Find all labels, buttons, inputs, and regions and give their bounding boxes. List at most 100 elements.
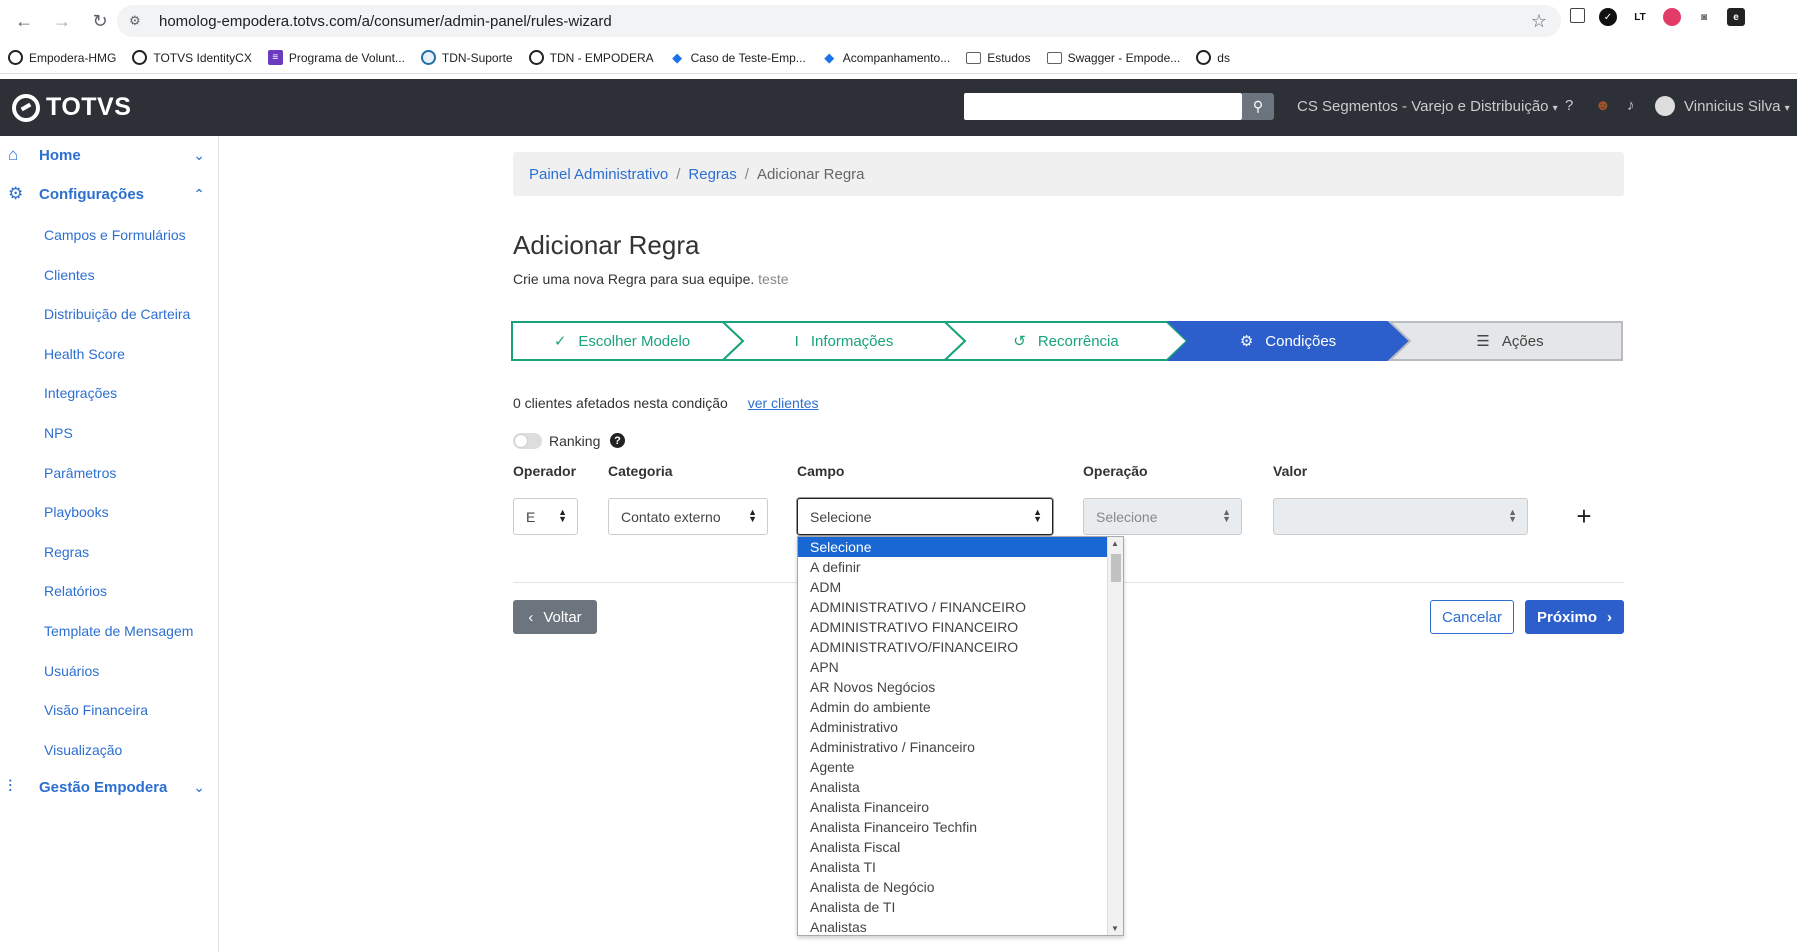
bell-icon[interactable]: ♪ bbox=[1627, 97, 1635, 114]
bookmark-ds[interactable]: ds bbox=[1196, 50, 1230, 65]
qr-icon[interactable] bbox=[1570, 8, 1585, 23]
dropdown-option[interactable]: Selecione bbox=[798, 537, 1123, 557]
sidebar-item-campos[interactable]: Campos e Formulários bbox=[44, 227, 186, 243]
bookmark-tdn-empodera[interactable]: TDN - EMPODERA bbox=[528, 50, 654, 65]
sidebar-home[interactable]: ⌂ Home ⌄ bbox=[0, 136, 219, 174]
sidebar-item-clientes[interactable]: Clientes bbox=[44, 267, 95, 283]
sidebar-item-parametros[interactable]: Parâmetros bbox=[44, 465, 116, 481]
site-settings-icon[interactable]: ⚙ bbox=[129, 13, 149, 29]
scroll-down-icon[interactable]: ▼ bbox=[1111, 924, 1119, 933]
home-icon: ⌂ bbox=[8, 145, 19, 164]
categoria-select[interactable]: Contato externo ▲ ▼ bbox=[608, 498, 768, 535]
avatar[interactable] bbox=[1655, 96, 1675, 116]
user-menu[interactable]: Vinnicius Silva ▾ bbox=[1684, 98, 1790, 115]
ranking-toggle[interactable] bbox=[513, 433, 542, 449]
operador-select[interactable]: E ▲ ▼ bbox=[513, 498, 578, 535]
dropdown-option[interactable]: Analista de Negócio bbox=[798, 877, 1123, 897]
scroll-up-icon[interactable]: ▲ bbox=[1111, 539, 1119, 548]
pink-extension-icon[interactable] bbox=[1663, 8, 1681, 26]
sidebar-item-regras[interactable]: Regras bbox=[44, 544, 89, 560]
bookmark-acompanhamento[interactable]: ◆ Acompanhamento... bbox=[822, 50, 950, 65]
cancel-button[interactable]: Cancelar bbox=[1430, 600, 1514, 634]
page-title: Adicionar Regra bbox=[513, 230, 700, 260]
profile-emoji-icon[interactable]: ☻ bbox=[1595, 97, 1611, 114]
dropdown-option[interactable]: Analista Fiscal bbox=[798, 837, 1123, 857]
sidebar-item-distribuicao[interactable]: Distribuição de Carteira bbox=[44, 306, 190, 322]
sidebar-item-nps[interactable]: NPS bbox=[44, 425, 73, 441]
step-escolher-modelo[interactable]: ✓ Escolher Modelo bbox=[511, 321, 733, 361]
dropdown-option[interactable]: APN bbox=[798, 657, 1123, 677]
search-input[interactable] bbox=[964, 93, 1242, 120]
url-text[interactable]: homolog-empodera.totvs.com/a/consumer/ad… bbox=[159, 13, 612, 30]
dropdown-option[interactable]: Administrativo bbox=[798, 717, 1123, 737]
operacao-value: Selecione bbox=[1096, 508, 1158, 525]
valor-select[interactable]: ▲ ▼ bbox=[1273, 498, 1528, 535]
bookmark-empodera-hmg[interactable]: Empodera-HMG bbox=[8, 50, 116, 65]
dropdown-option[interactable]: A definir bbox=[798, 557, 1123, 577]
forward-arrow-icon[interactable]: → bbox=[48, 7, 76, 35]
see-clients-link[interactable]: ver clientes bbox=[748, 395, 819, 411]
step-acoes[interactable]: ☰ Ações bbox=[1399, 321, 1621, 361]
sidebar-item-relatorios[interactable]: Relatórios bbox=[44, 583, 107, 599]
dropdown-option[interactable]: Analista TI bbox=[798, 857, 1123, 877]
bookmark-programa[interactable]: ≡ Programa de Volunt... bbox=[267, 50, 405, 65]
search-button[interactable]: ⚲ bbox=[1242, 93, 1274, 120]
sidebar-item-visao-financeira[interactable]: Visão Financeira bbox=[44, 702, 148, 718]
bookmark-identitycx[interactable]: TOTVS IdentityCX bbox=[132, 50, 252, 65]
logo-text: TOTVS bbox=[46, 93, 132, 121]
dropdown-option[interactable]: Analista de TI bbox=[798, 897, 1123, 917]
dropdown-option[interactable]: Administrativo / Financeiro bbox=[798, 737, 1123, 757]
sidebar-configuracoes[interactable]: ⚙ Configurações ⌃ bbox=[0, 175, 219, 213]
breadcrumb-painel[interactable]: Painel Administrativo bbox=[529, 166, 668, 183]
reload-icon[interactable]: ↻ bbox=[86, 7, 114, 35]
help-icon[interactable]: ? bbox=[1565, 97, 1573, 114]
add-condition-button[interactable]: + bbox=[1573, 500, 1595, 532]
bookmark-swagger[interactable]: Swagger - Empode... bbox=[1046, 51, 1180, 65]
camera-icon[interactable]: ◙ bbox=[1695, 8, 1713, 26]
dropdown-option[interactable]: Analista Financeiro bbox=[798, 797, 1123, 817]
dropdown-option[interactable]: Admin do ambiente bbox=[798, 697, 1123, 717]
dropdown-option[interactable]: Analista Financeiro Techfin bbox=[798, 817, 1123, 837]
lt-extension-icon[interactable]: LT bbox=[1631, 8, 1649, 26]
operacao-select[interactable]: Selecione ▲ ▼ bbox=[1083, 498, 1242, 535]
dropdown-option[interactable]: ADM bbox=[798, 577, 1123, 597]
dropdown-option[interactable]: ADMINISTRATIVO FINANCEIRO bbox=[798, 617, 1123, 637]
bookmark-estudos[interactable]: Estudos bbox=[966, 51, 1031, 65]
check-extension-icon[interactable]: ✓ bbox=[1599, 8, 1617, 26]
scrollbar-thumb[interactable] bbox=[1111, 554, 1121, 582]
step-label: Informações bbox=[810, 332, 894, 350]
back-arrow-icon[interactable]: ← bbox=[10, 7, 38, 35]
campo-select[interactable]: Selecione ▲ ▼ bbox=[797, 498, 1053, 535]
bookmark-caso-teste[interactable]: ◆ Caso de Teste-Emp... bbox=[670, 50, 806, 65]
sidebar-item-playbooks[interactable]: Playbooks bbox=[44, 504, 109, 520]
totvs-logo[interactable]: TOTVS bbox=[12, 93, 131, 122]
sidebar-item-template[interactable]: Template de Mensagem bbox=[44, 623, 193, 639]
sidebar-item-health-score[interactable]: Health Score bbox=[44, 346, 125, 362]
dropdown-option[interactable]: Analista bbox=[798, 777, 1123, 797]
step-recorrencia[interactable]: ↺ Recorrência bbox=[955, 321, 1177, 361]
check-icon: ✓ bbox=[553, 333, 567, 350]
dropdown-option[interactable]: AR Novos Negócios bbox=[798, 677, 1123, 697]
segment-dropdown[interactable]: CS Segmentos - Varejo e Distribuição ▾ bbox=[1297, 98, 1558, 115]
bookmark-star-icon[interactable]: ☆ bbox=[1531, 11, 1547, 32]
dropdown-option[interactable]: Agente bbox=[798, 757, 1123, 777]
dropdown-option[interactable]: ADMINISTRATIVO / FINANCEIRO bbox=[798, 597, 1123, 617]
dropdown-option[interactable]: Analistas bbox=[798, 917, 1123, 935]
sidebar-item-visualizacao[interactable]: Visualização bbox=[44, 742, 122, 758]
step-condicoes[interactable]: ⚙ Condições bbox=[1177, 321, 1399, 361]
browser-toolbar: ← → ↻ ⚙ homolog-empodera.totvs.com/a/con… bbox=[0, 0, 1797, 42]
back-button[interactable]: ‹ Voltar bbox=[513, 600, 597, 634]
address-bar[interactable]: ⚙ homolog-empodera.totvs.com/a/consumer/… bbox=[117, 5, 1561, 37]
help-icon[interactable]: ? bbox=[610, 433, 625, 448]
dropdown-option[interactable]: ADMINISTRATIVO/FINANCEIRO bbox=[798, 637, 1123, 657]
breadcrumb-regras[interactable]: Regras bbox=[688, 166, 736, 183]
bookmark-tdn-suporte[interactable]: TDN-Suporte bbox=[420, 50, 513, 65]
bookmark-label: Caso de Teste-Emp... bbox=[690, 50, 806, 65]
step-informacoes[interactable]: I Informações bbox=[733, 321, 955, 361]
sidebar-gestao[interactable]: ⫶ Gestão Empodera ⌄ bbox=[0, 768, 219, 806]
sidebar-item-integracoes[interactable]: Integrações bbox=[44, 385, 117, 401]
e-extension-icon[interactable]: e bbox=[1727, 8, 1745, 26]
dropdown-scrollbar[interactable]: ▲ ▼ bbox=[1107, 537, 1123, 935]
sidebar-item-usuarios[interactable]: Usuários bbox=[44, 663, 99, 679]
next-button[interactable]: Próximo › bbox=[1525, 600, 1624, 634]
